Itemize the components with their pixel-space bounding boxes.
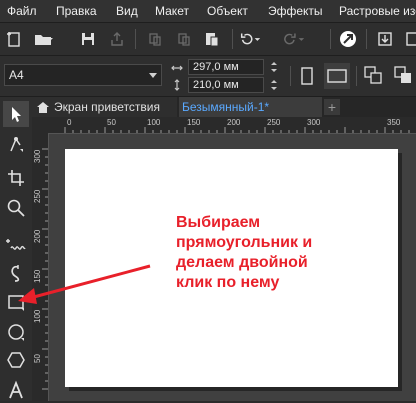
ellipse-tool-icon[interactable]	[3, 319, 29, 345]
open-folder-icon[interactable]	[32, 27, 56, 51]
horizontal-ruler-ticks: 0 50 100 150 200 250 300 350	[64, 118, 410, 133]
shape-tool-icon[interactable]	[3, 131, 29, 157]
annotation-line: Выбираем	[176, 214, 261, 231]
ruler-label: 50	[107, 118, 116, 127]
height-value: 210,0 мм	[193, 79, 239, 91]
current-page-icon[interactable]	[392, 64, 414, 93]
ruler-label: 200	[33, 229, 42, 243]
all-pages-icon[interactable]	[362, 64, 384, 93]
tab-untitled-document[interactable]: Безымянный-1*	[179, 97, 322, 117]
crop-tool-icon[interactable]	[3, 165, 29, 191]
add-tab-button[interactable]: +	[324, 99, 340, 115]
rectangle-tool-icon[interactable]	[3, 289, 29, 315]
ruler-label: 350	[387, 118, 401, 127]
polygon-tool-icon[interactable]	[3, 347, 29, 373]
annotation-line: прямоугольник и	[176, 234, 313, 251]
ruler-label: 0	[67, 118, 72, 127]
menu-edit[interactable]: Правка	[56, 4, 97, 18]
toolbox	[0, 97, 33, 401]
ruler-label: 250	[267, 118, 281, 127]
chevron-down-icon	[149, 73, 157, 78]
page-size-select[interactable]: A4	[4, 64, 162, 86]
tab-welcome-label: Экран приветствия	[54, 100, 161, 114]
ruler-label: 50	[33, 354, 42, 363]
annotation-line: клик по нему	[176, 274, 280, 291]
height-stepper[interactable]	[266, 77, 282, 93]
zoom-tool-icon[interactable]	[3, 195, 29, 221]
menu-bitmaps[interactable]: Растровые изо	[339, 4, 416, 18]
menu-file[interactable]: Файл	[7, 4, 37, 18]
vertical-ruler[interactable]: 300 250 200 150 100 50	[32, 133, 49, 401]
import-icon[interactable]	[373, 27, 397, 51]
ruler-label: 300	[33, 149, 42, 163]
export-icon[interactable]	[105, 27, 129, 51]
width-stepper[interactable]	[266, 59, 282, 75]
search-content-icon[interactable]	[336, 27, 360, 51]
menu-view[interactable]: Вид	[116, 4, 138, 18]
tab-document-label: Безымянный-1*	[182, 100, 270, 114]
menu-bar: Файл Правка Вид Макет Объект Эффекты Рас…	[0, 0, 416, 23]
horizontal-ruler[interactable]: 0 50 100 150 200 250 300 350	[32, 117, 416, 134]
ruler-label: 150	[33, 269, 42, 283]
paste-icon[interactable]	[200, 27, 224, 51]
save-icon[interactable]	[76, 27, 100, 51]
vertical-ruler-ticks: 300 250 200 150 100 50	[33, 148, 48, 390]
tab-welcome-screen[interactable]: Экран приветствия	[32, 97, 177, 117]
height-field[interactable]: 210,0 мм	[188, 77, 264, 93]
property-bar: A4 297,0 мм 210,0 мм	[0, 56, 416, 97]
text-tool-icon[interactable]	[3, 377, 29, 403]
landscape-icon[interactable]	[324, 63, 350, 89]
menu-layout[interactable]: Макет	[155, 4, 189, 18]
cut-icon[interactable]	[143, 27, 167, 51]
menu-object[interactable]: Объект	[207, 4, 248, 18]
page-size-value: A4	[9, 68, 24, 82]
ruler-label: 100	[33, 309, 42, 323]
ruler-label: 200	[227, 118, 241, 127]
ruler-label: 300	[307, 118, 321, 127]
height-icon	[170, 78, 184, 97]
ruler-label: 100	[147, 118, 161, 127]
width-value: 297,0 мм	[193, 61, 239, 73]
artistic-media-icon[interactable]	[3, 260, 29, 286]
ruler-label: 250	[33, 189, 42, 203]
undo-icon[interactable]	[238, 27, 262, 51]
portrait-icon[interactable]	[298, 65, 316, 92]
width-field[interactable]: 297,0 мм	[188, 59, 264, 75]
annotation-line: делаем двойной	[176, 254, 308, 271]
ruler-label: 150	[187, 118, 201, 127]
redo-icon[interactable]	[282, 27, 306, 51]
new-document-icon[interactable]	[2, 27, 26, 51]
pick-tool-icon[interactable]	[3, 101, 29, 127]
freehand-tool-icon[interactable]	[3, 231, 29, 257]
home-icon	[37, 102, 49, 113]
menu-effects[interactable]: Эффекты	[268, 4, 323, 18]
annotation-text: Выбираем прямоугольник и делаем двойной …	[176, 213, 376, 293]
publish-pdf-icon[interactable]	[400, 27, 416, 51]
document-tabs: Экран приветствия Безымянный-1* +	[32, 97, 416, 117]
copy-icon[interactable]	[172, 27, 196, 51]
standard-toolbar	[0, 23, 416, 56]
